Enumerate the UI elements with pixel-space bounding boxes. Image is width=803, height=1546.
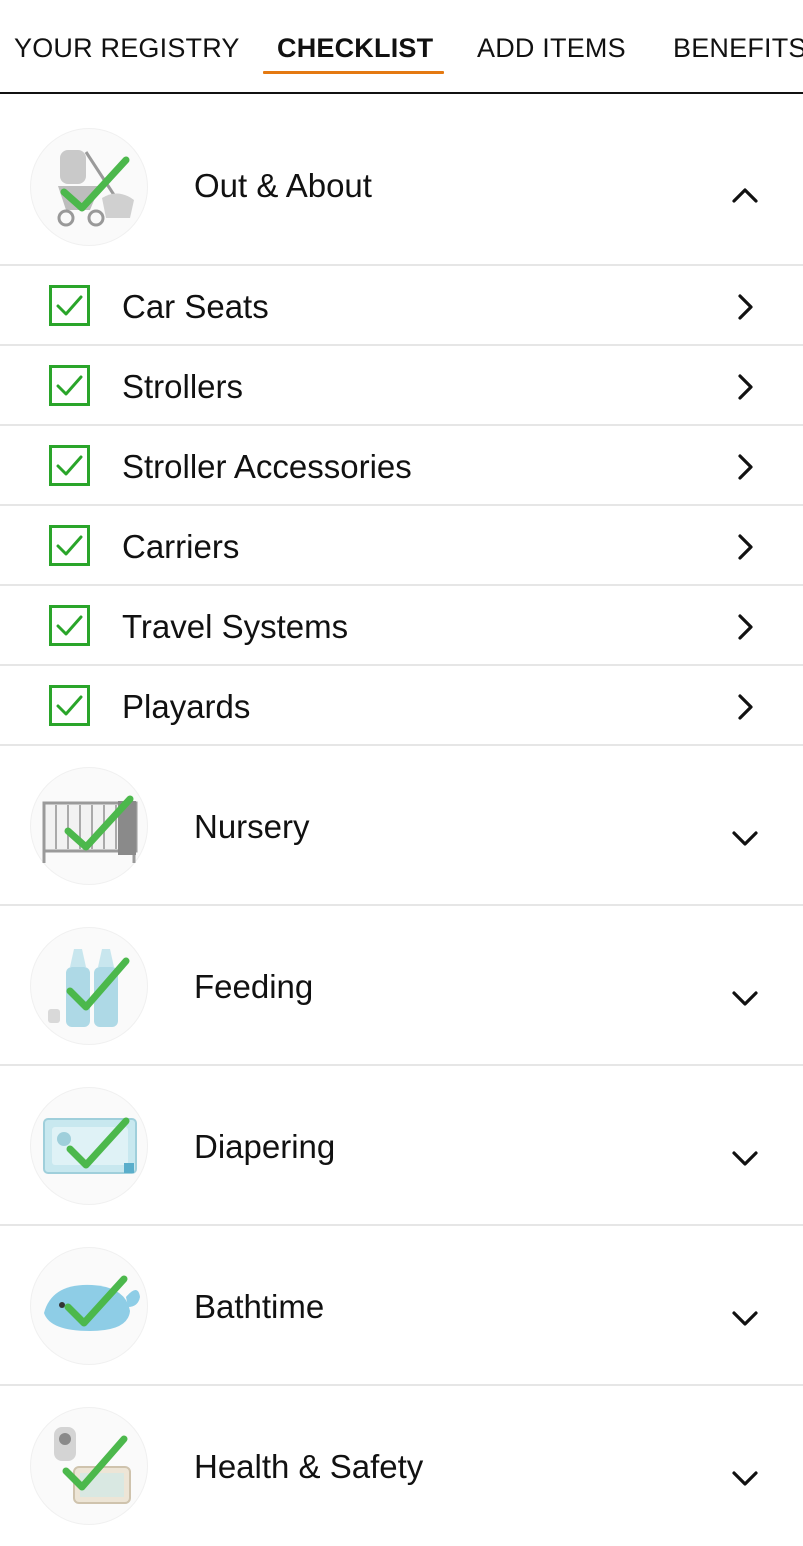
- category-diapering[interactable]: Diapering: [0, 1066, 803, 1226]
- chevron-down-icon[interactable]: [731, 990, 759, 1008]
- chevron-right-icon: [738, 534, 753, 560]
- subcategory-playards[interactable]: Playards: [0, 666, 803, 746]
- category-out-and-about[interactable]: Out & About: [0, 94, 803, 266]
- chevron-right-icon: [738, 614, 753, 640]
- checkbox-checked-icon[interactable]: [49, 605, 90, 646]
- subcategory-travel-systems[interactable]: Travel Systems: [0, 586, 803, 666]
- subcategory-label: Stroller Accessories: [122, 448, 412, 485]
- chevron-right-icon: [738, 374, 753, 400]
- chevron-down-icon[interactable]: [731, 1470, 759, 1488]
- checkbox-checked-icon[interactable]: [49, 445, 90, 486]
- subcategory-stroller-accessories[interactable]: Stroller Accessories: [0, 426, 803, 506]
- checkbox-checked-icon[interactable]: [49, 285, 90, 326]
- subcategory-label: Carriers: [122, 528, 240, 565]
- subcategory-label: Strollers: [122, 368, 244, 405]
- tab-add-items[interactable]: ADD ITEMS: [477, 33, 626, 64]
- chevron-right-icon: [738, 694, 753, 720]
- chevron-right-icon: [738, 294, 753, 320]
- chevron-up-icon[interactable]: [731, 186, 759, 204]
- subcategory-label: Car Seats: [122, 288, 269, 325]
- subcategory-label: Travel Systems: [122, 608, 349, 645]
- category-label: Bathtime: [194, 1288, 325, 1325]
- chevron-down-icon[interactable]: [731, 1150, 759, 1168]
- category-label: Feeding: [194, 968, 314, 1005]
- category-label: Health & Safety: [194, 1448, 424, 1485]
- checkbox-checked-icon[interactable]: [49, 685, 90, 726]
- checklist-tab-bar: YOUR REGISTRY CHECKLIST ADD ITEMS BENEFI…: [0, 0, 803, 94]
- tab-checklist[interactable]: CHECKLIST: [277, 33, 433, 64]
- category-bathtime[interactable]: Bathtime: [0, 1226, 803, 1386]
- category-feeding[interactable]: Feeding: [0, 906, 803, 1066]
- chevron-right-icon: [738, 454, 753, 480]
- checkbox-checked-icon[interactable]: [49, 365, 90, 406]
- checkbox-checked-icon[interactable]: [49, 525, 90, 566]
- stroller-thumbnail: [30, 128, 148, 246]
- subcategory-carriers[interactable]: Carriers: [0, 506, 803, 586]
- wipes-thumbnail: [30, 1087, 148, 1205]
- chevron-down-icon[interactable]: [731, 1310, 759, 1328]
- subcategory-strollers[interactable]: Strollers: [0, 346, 803, 426]
- tab-benefits[interactable]: BENEFITS: [673, 33, 803, 64]
- category-label: Nursery: [194, 808, 310, 845]
- tab-your-registry[interactable]: YOUR REGISTRY: [14, 33, 240, 64]
- subcategory-car-seats[interactable]: Car Seats: [0, 266, 803, 346]
- subcategory-label: Playards: [122, 688, 251, 725]
- category-health-and-safety[interactable]: Health & Safety: [0, 1386, 803, 1546]
- active-tab-indicator: [263, 71, 444, 74]
- whale-tub-thumbnail: [30, 1247, 148, 1365]
- category-nursery[interactable]: Nursery: [0, 746, 803, 906]
- baby-monitor-thumbnail: [30, 1407, 148, 1525]
- chevron-down-icon[interactable]: [731, 830, 759, 848]
- category-label: Out & About: [194, 167, 372, 204]
- crib-thumbnail: [30, 767, 148, 885]
- category-label: Diapering: [194, 1128, 336, 1165]
- bottles-thumbnail: [30, 927, 148, 1045]
